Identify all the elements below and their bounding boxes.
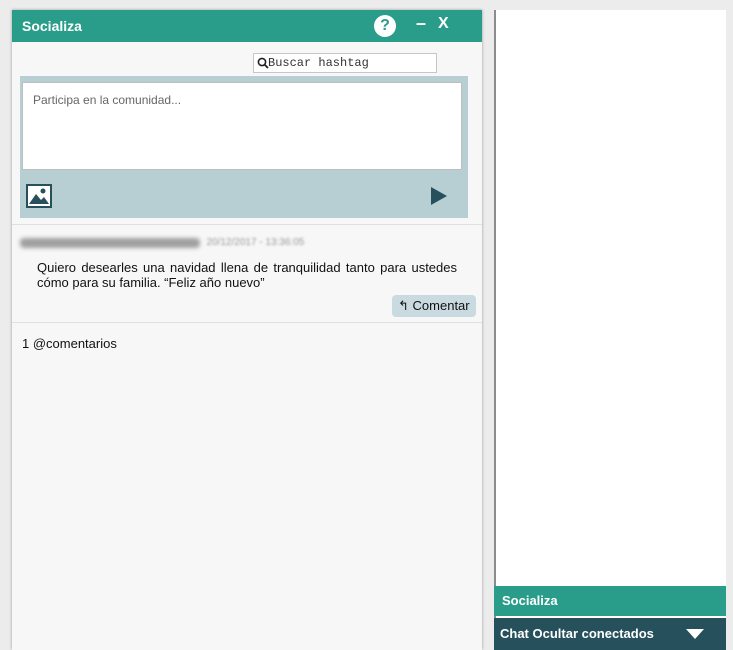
search-input[interactable] [268, 55, 432, 71]
post-header: 20/12/2017 - 13:36:05 [20, 234, 304, 248]
chat-bar[interactable]: Chat Ocultar conectados [494, 618, 726, 650]
post-timestamp: 20/12/2017 - 13:36:05 [206, 237, 305, 249]
post-textarea[interactable] [22, 82, 462, 170]
hashtag-search [253, 53, 437, 73]
window-title: Socializa [22, 18, 82, 34]
post-body: Quiero desearles una navidad llena de tr… [37, 260, 457, 290]
help-button[interactable]: ? [374, 15, 396, 37]
socializa-bar[interactable]: Socializa [494, 586, 726, 616]
divider [12, 322, 482, 323]
author-name-blurred [20, 237, 200, 248]
chevron-down-icon [686, 629, 704, 639]
send-icon[interactable] [430, 186, 448, 206]
socializa-window: Socializa ? – X 20/12/2017 - 13:36:05 Qu… [12, 10, 482, 650]
comments-count-link[interactable]: 1 @comentarios [22, 336, 117, 351]
chat-bar-label: Chat Ocultar conectados [500, 626, 654, 641]
comment-button-label: Comentar [412, 298, 470, 313]
right-panel [494, 10, 726, 650]
minimize-button[interactable]: – [416, 13, 426, 34]
window-titlebar: Socializa ? – X [12, 10, 482, 42]
comment-button[interactable]: ↰ Comentar [392, 295, 476, 317]
divider [12, 224, 482, 225]
reply-icon: ↰ [398, 298, 409, 313]
close-button[interactable]: X [438, 15, 449, 33]
image-upload-icon[interactable] [26, 184, 52, 208]
post-composer [20, 76, 468, 218]
